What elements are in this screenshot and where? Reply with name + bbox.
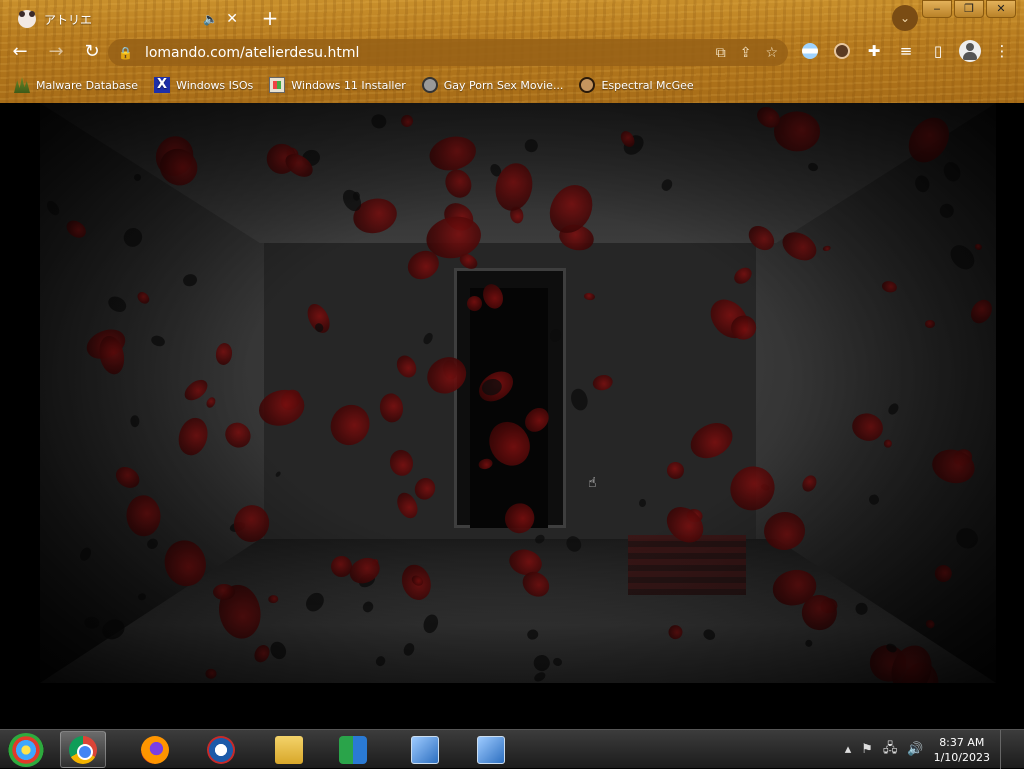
browser-chrome: アトリエ 🔈 ✕ + ⌄ ‒ ❐ ✕ ← → ↻ 🔒 lomando.com/a…	[0, 0, 1024, 103]
browser-toolbar: ← → ↻ 🔒 lomando.com/atelierdesu.html ⧉ ⇪…	[0, 36, 1024, 68]
bookmark-windows-11-installer[interactable]: Windows 11 Installer	[269, 77, 406, 93]
taskbar-file-explorer[interactable]	[266, 731, 312, 768]
side-panel-icon[interactable]: ▯	[926, 39, 950, 63]
back-button[interactable]: ←	[4, 36, 36, 68]
taskbar-chrome[interactable]	[60, 731, 106, 768]
address-bar[interactable]: 🔒 lomando.com/atelierdesu.html ⧉ ⇪ ☆	[108, 39, 788, 66]
forward-button[interactable]: →	[40, 36, 72, 68]
close-window-button[interactable]: ✕	[986, 0, 1016, 18]
volume-icon[interactable]: 🔊	[907, 742, 923, 757]
speaker-icon[interactable]: 🔈	[203, 12, 218, 26]
network-icon[interactable]: 🖧	[883, 739, 898, 761]
extensions-area: ✚ ≡ ▯ ⋮	[798, 39, 1014, 63]
folder-icon	[275, 735, 303, 764]
media-control-icon[interactable]: ≡	[894, 39, 918, 63]
reload-button[interactable]: ↻	[76, 36, 108, 68]
people-icon	[339, 735, 367, 764]
bookmark-label: Malware Database	[36, 78, 139, 92]
bookmark-label: Gay Porn Sex Movie...	[443, 78, 564, 92]
kebab-menu-icon[interactable]: ⋮	[990, 39, 1014, 63]
windows-taskbar: ▴ ⚑ 🖧 🔊 8:37 AM 1/10/2023	[0, 729, 1024, 769]
puzzle-extensions-icon[interactable]: ✚	[862, 39, 886, 63]
setup-icon	[411, 735, 439, 764]
taskbar-setup-2[interactable]	[468, 731, 514, 768]
face-icon	[579, 77, 596, 93]
profile-avatar-icon[interactable]	[959, 40, 981, 62]
system-tray: ▴ ⚑ 🖧 🔊 8:37 AM 1/10/2023	[845, 730, 1024, 769]
restore-button[interactable]: ❐	[954, 0, 984, 18]
action-center-flag-icon[interactable]: ⚑	[861, 742, 873, 757]
start-orb-button[interactable]	[8, 733, 44, 767]
chrome-icon	[69, 735, 97, 764]
x-icon: X	[154, 77, 171, 93]
tray-expand-chevron-icon[interactable]: ▴	[845, 742, 852, 757]
taskbar-obama-app[interactable]	[198, 731, 244, 768]
bookmark-star-icon[interactable]: ☆	[765, 45, 778, 61]
bookmark-malware-database[interactable]: Malware Database	[14, 77, 138, 93]
windows-installer-icon	[269, 77, 286, 93]
bookmark-gay-porn-sex-movie[interactable]: Gay Porn Sex Movie...	[421, 77, 564, 93]
bookmark-label: Windows 11 Installer	[291, 78, 406, 92]
hand-cursor-icon: ☝	[588, 475, 597, 491]
flag-extension-icon[interactable]	[802, 43, 818, 59]
obama-logo-icon	[207, 735, 235, 764]
globe-icon	[421, 77, 438, 93]
tab-search-chevron-icon[interactable]: ⌄	[892, 5, 918, 31]
tab-favicon-icon	[18, 10, 36, 28]
scene-vignette	[40, 103, 996, 683]
taskbar-setup-1[interactable]	[402, 731, 448, 768]
bookmarks-bar: Malware Database X Windows ISOs Windows …	[0, 72, 1024, 98]
bookmark-label: Windows ISOs	[176, 78, 254, 92]
lock-icon[interactable]: 🔒	[118, 46, 133, 60]
firefox-icon	[141, 735, 169, 764]
grass-icon	[14, 77, 30, 93]
share-icon[interactable]: ⇪	[740, 45, 752, 61]
game-scene[interactable]: ☝	[40, 103, 996, 683]
tab-title: アトリエ	[44, 12, 93, 27]
taskbar-people[interactable]	[330, 731, 376, 768]
minimize-button[interactable]: ‒	[922, 0, 952, 18]
bookmark-espectral-mcgee[interactable]: Espectral McGee	[579, 77, 694, 93]
clock-time: 8:37 AM	[939, 735, 985, 749]
show-desktop-button[interactable]	[1000, 730, 1010, 769]
browser-tab[interactable]: アトリエ 🔈 ✕	[8, 4, 248, 34]
clock-date: 1/10/2023	[933, 750, 990, 764]
setup-icon	[477, 735, 505, 764]
page-viewport: ☝	[0, 103, 1024, 729]
taskbar-clock[interactable]: 8:37 AM 1/10/2023	[934, 735, 990, 765]
bookmark-label: Espectral McGee	[601, 78, 694, 92]
url-text[interactable]: lomando.com/atelierdesu.html	[145, 45, 702, 61]
taskbar-firefox[interactable]	[132, 731, 178, 768]
new-tab-button[interactable]: +	[258, 6, 282, 30]
bookmark-windows-isos[interactable]: X Windows ISOs	[154, 77, 253, 93]
translate-icon[interactable]: ⧉	[716, 45, 726, 61]
tab-close-button[interactable]: ✕	[226, 11, 238, 27]
face-extension-icon[interactable]	[834, 43, 850, 59]
window-controls: ‒ ❐ ✕	[922, 0, 1016, 18]
